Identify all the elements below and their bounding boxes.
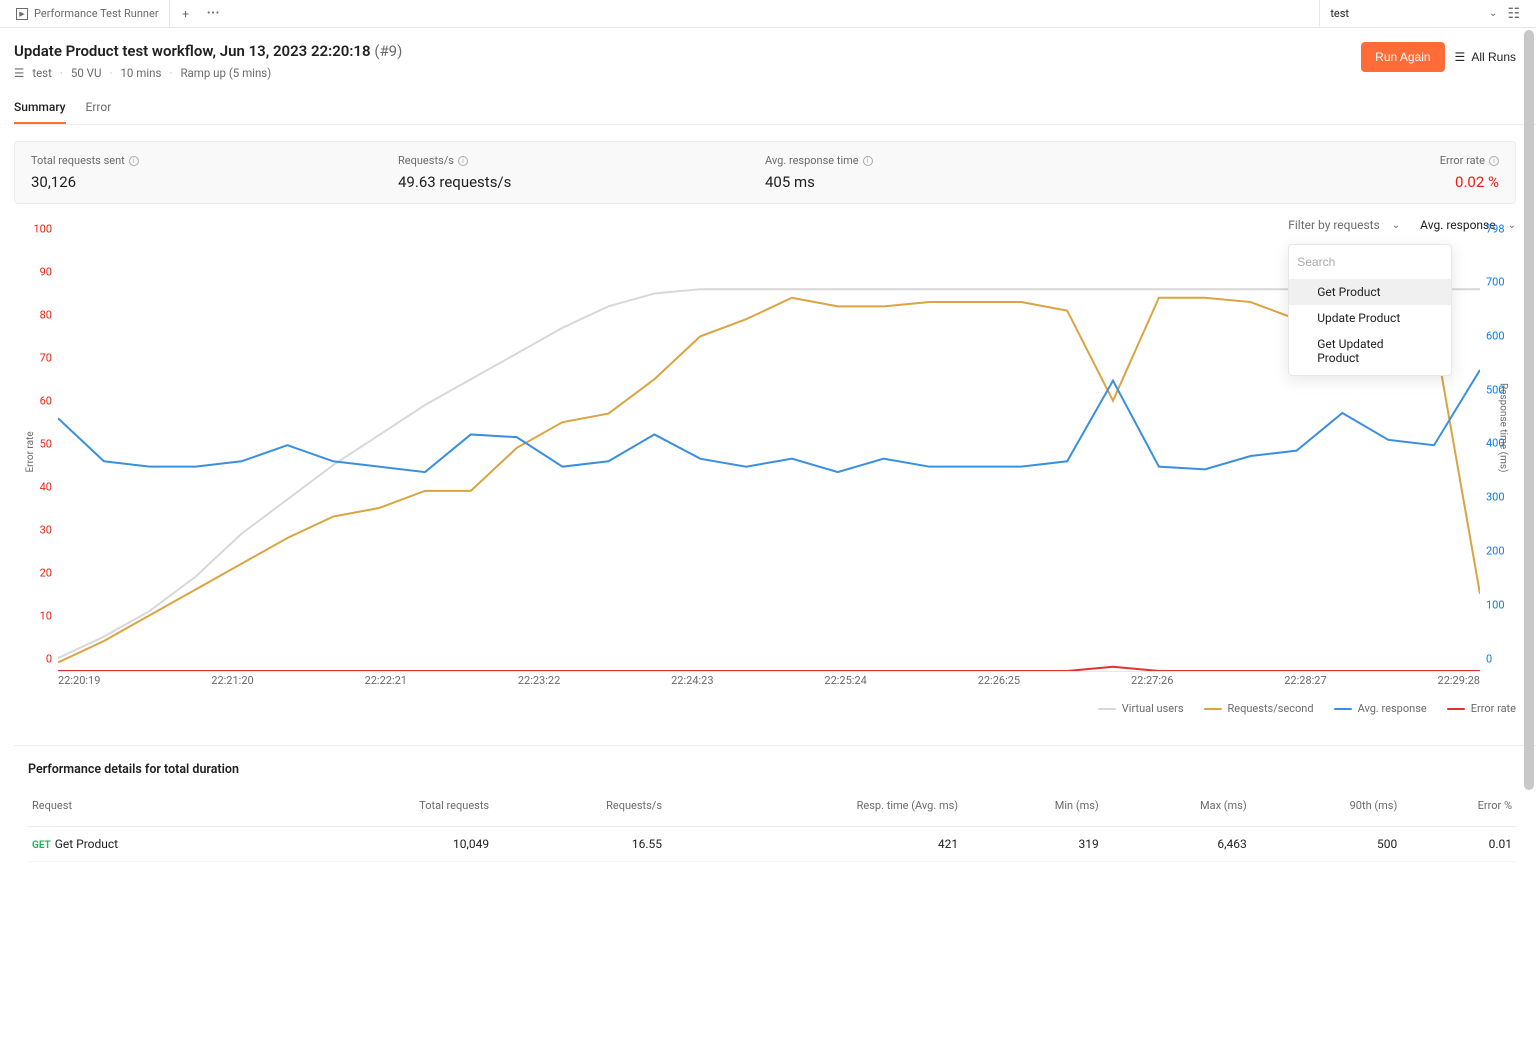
run-subtitle: ☰ test · 50 VU · 10 mins · Ramp up (5 mi… xyxy=(14,66,402,80)
filter-search-input[interactable] xyxy=(1295,251,1445,273)
legend-requests-second[interactable]: Requests/second xyxy=(1204,702,1314,715)
legend-virtual-users[interactable]: Virtual users xyxy=(1098,702,1184,715)
filter-dropdown-panel: Get Product Update Product Get Updated P… xyxy=(1288,244,1452,376)
performance-details-title: Performance details for total duration xyxy=(28,762,1516,777)
all-runs-button[interactable]: ☰ All Runs xyxy=(1455,50,1516,64)
y-axis-right: 0100200300400500600700798 xyxy=(1486,242,1516,672)
page-title: Update Product test workflow, Jun 13, 20… xyxy=(14,42,402,60)
tab-more-button[interactable]: ••• xyxy=(202,8,226,19)
metrics-panel: Total requests sent i 30,126 Requests/s … xyxy=(14,141,1516,204)
collection-name[interactable]: test xyxy=(32,66,52,80)
y-axis-left: 0102030405060708090100 xyxy=(28,242,52,672)
top-bar: ▶ Performance Test Runner + ••• test ⌄ ☷ xyxy=(0,0,1536,28)
play-icon: ▶ xyxy=(16,8,28,20)
chevron-down-icon: ⌄ xyxy=(1489,8,1497,19)
table-row[interactable]: GETGet Product10,04916.554213196,4635000… xyxy=(28,827,1516,862)
run-header: Update Product test workflow, Jun 13, 20… xyxy=(14,42,1536,80)
environment-selector[interactable]: test ⌄ xyxy=(1330,7,1497,20)
filter-option[interactable]: Update Product xyxy=(1289,305,1451,331)
legend-error-rate[interactable]: Error rate xyxy=(1447,702,1516,715)
info-icon[interactable]: i xyxy=(863,156,873,166)
info-icon[interactable]: i xyxy=(458,156,468,166)
environment-label: test xyxy=(1330,7,1349,20)
list-icon: ☰ xyxy=(1455,50,1466,64)
result-tabs: Summary Error xyxy=(14,100,1536,125)
scrollbar-thumb[interactable] xyxy=(1524,30,1534,790)
add-tab-button[interactable]: + xyxy=(174,7,198,21)
workspace-tab-label: Performance Test Runner xyxy=(34,7,159,20)
x-axis: 22:20:1922:21:2022:22:2122:23:2222:24:23… xyxy=(58,674,1480,692)
legend-avg-response[interactable]: Avg. response xyxy=(1334,702,1427,715)
info-icon[interactable]: i xyxy=(129,156,139,166)
workspace-tab[interactable]: ▶ Performance Test Runner xyxy=(6,0,170,28)
info-icon[interactable]: i xyxy=(1489,156,1499,166)
chevron-down-icon: ⌄ xyxy=(1392,220,1400,231)
chart-plot-area[interactable] xyxy=(58,242,1480,672)
performance-details-section: Performance details for total duration R… xyxy=(14,745,1536,882)
metric-error-rate: Error rate i 0.02 % xyxy=(1132,154,1499,191)
metric-total-requests: Total requests sent i 30,126 xyxy=(31,154,398,191)
performance-details-table: RequestTotal requestsRequests/sResp. tim… xyxy=(28,793,1516,862)
rampup-meta: Ramp up (5 mins) xyxy=(180,66,271,80)
run-again-button[interactable]: Run Again xyxy=(1361,42,1444,72)
filter-option[interactable]: Get Updated Product xyxy=(1289,331,1451,371)
tab-summary[interactable]: Summary xyxy=(14,100,66,124)
chart-legend: Virtual users Requests/second Avg. respo… xyxy=(14,702,1516,715)
metric-requests-per-second: Requests/s i 49.63 requests/s xyxy=(398,154,765,191)
environment-quick-look-icon[interactable]: ☷ xyxy=(1507,6,1520,22)
metric-avg-response: Avg. response time i 405 ms xyxy=(765,154,1132,191)
virtual-users-meta: 50 VU xyxy=(71,66,102,80)
duration-meta: 10 mins xyxy=(120,66,161,80)
collection-icon: ☰ xyxy=(14,66,24,80)
chevron-down-icon: ⌄ xyxy=(1508,220,1516,231)
filter-by-requests-dropdown[interactable]: Filter by requests ⌄ Get Product Update … xyxy=(1288,218,1400,232)
filter-option[interactable]: Get Product xyxy=(1289,279,1451,305)
tab-error[interactable]: Error xyxy=(86,100,112,124)
